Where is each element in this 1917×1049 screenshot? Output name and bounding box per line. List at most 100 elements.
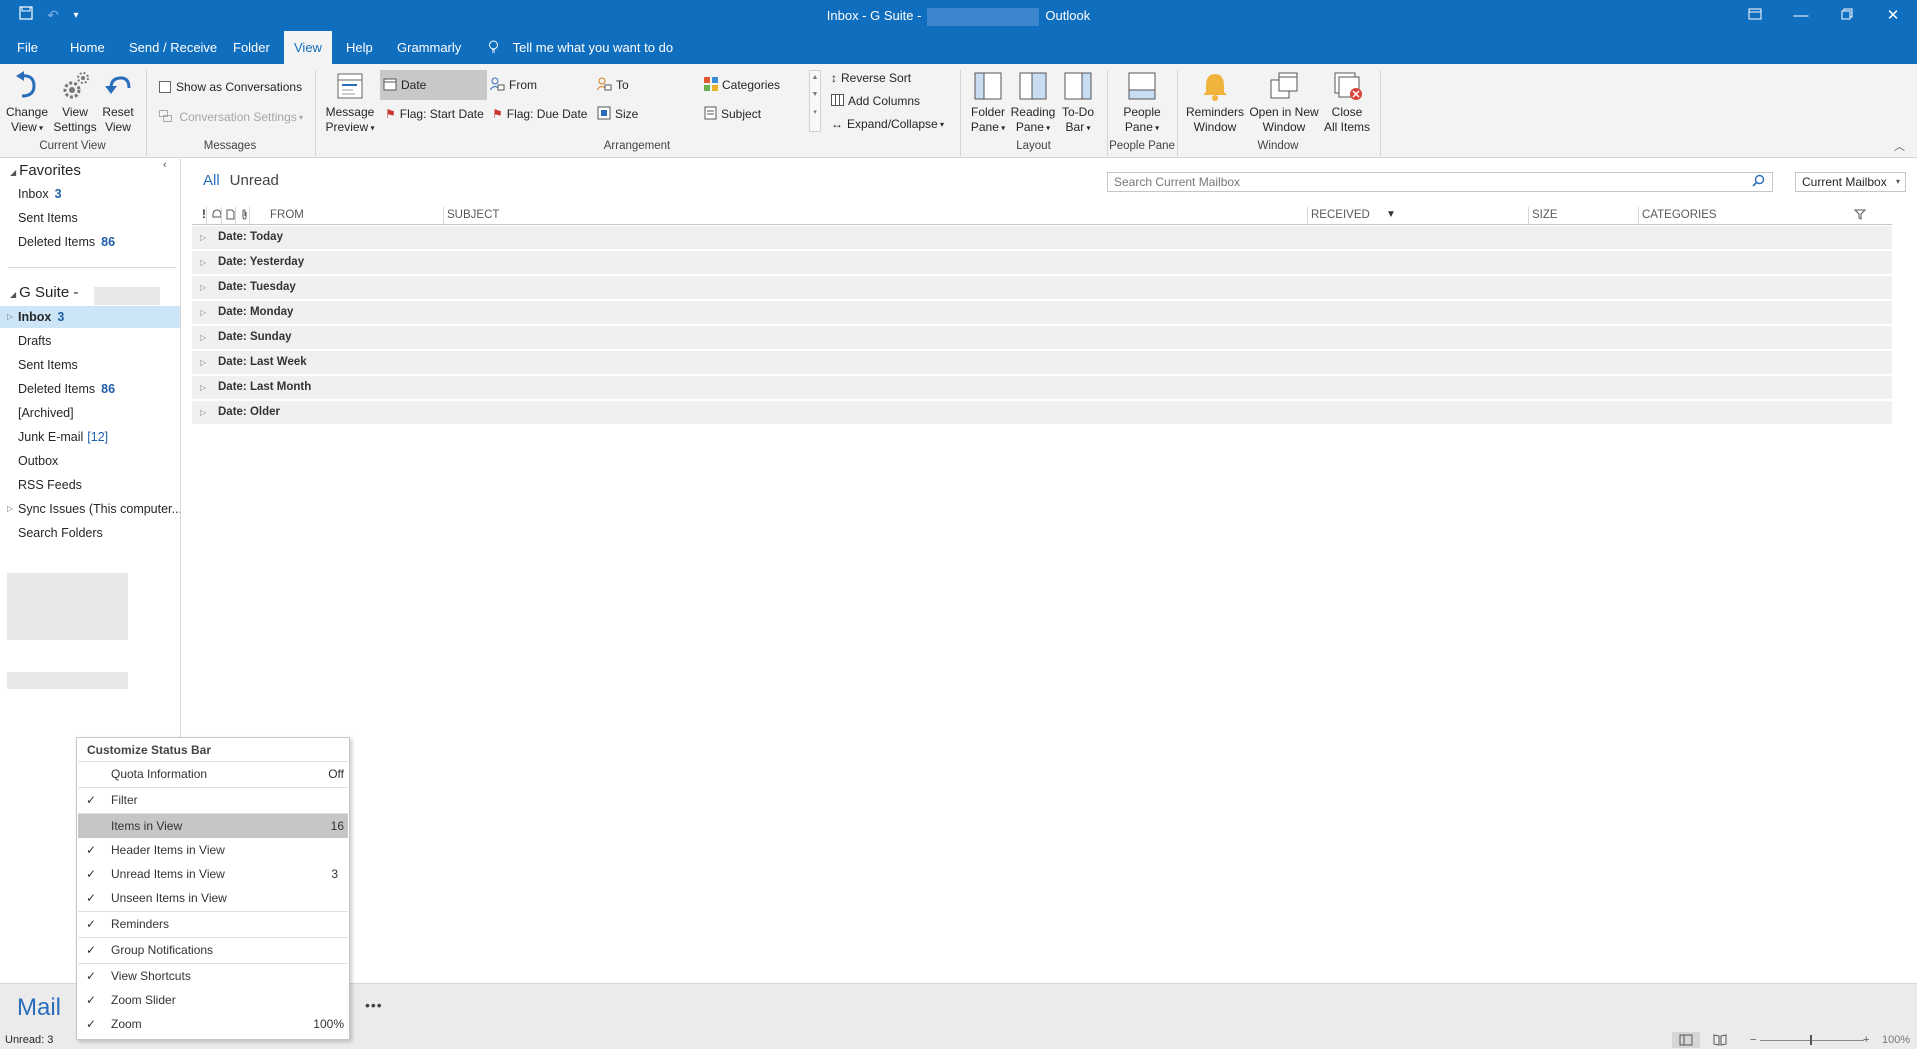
minimize-icon[interactable]: — [1778,0,1824,31]
folder-drafts[interactable]: Drafts [0,330,180,352]
nav-more-icon[interactable]: ••• [365,997,383,1013]
nav-mail[interactable]: Mail [17,994,61,1022]
show-as-conversations-checkbox[interactable]: Show as Conversations [159,79,302,95]
group-header-sunday[interactable]: ▷ Date: Sunday [192,326,1892,350]
search-input[interactable]: Search Current Mailbox [1107,172,1773,192]
arrangement-gallery-scroll[interactable]: ▲ ▼ ▾ [809,70,821,132]
arrange-by-flag-due-date[interactable]: ⚑ Flag: Due Date [492,106,587,122]
lightbulb-icon [488,40,503,55]
group-header-last-month[interactable]: ▷ Date: Last Month [192,376,1892,400]
menu-item-header-items-in-view[interactable]: ✓ Header Items in View [78,838,348,862]
reading-view-icon[interactable] [1712,1032,1728,1049]
folder-pane-button[interactable]: Folder Pane ▾ [966,70,1010,135]
group-header-older[interactable]: ▷ Date: Older [192,401,1892,425]
folder-sync-issues[interactable]: ▷ Sync Issues (This computer... [0,498,180,520]
folder-archived[interactable]: [Archived] [0,402,180,424]
tab-home[interactable]: Home [60,31,115,64]
menu-item-reminders[interactable]: ✓ Reminders [78,912,348,936]
zoom-level[interactable]: 100% [1882,1031,1910,1049]
subject-column-header[interactable]: SUBJECT [447,209,499,221]
favorites-deleted-items[interactable]: Deleted Items 86 [0,231,180,253]
restore-icon[interactable] [1824,0,1870,31]
menu-item-unread-items-in-view[interactable]: ✓ Unread Items in View 3 [78,862,348,886]
filter-unread-tab[interactable]: Unread [230,172,279,189]
arrange-by-from[interactable]: From [489,77,537,93]
view-settings-button[interactable]: View Settings [52,70,98,135]
menu-item-quota-information[interactable]: Quota Information Off [78,762,348,786]
received-column-header[interactable]: RECEIVED [1311,209,1370,221]
close-all-items-button[interactable]: Close All Items [1321,70,1373,135]
menu-item-zoom[interactable]: ✓ Zoom 100% [78,1012,348,1036]
favorites-sent-items[interactable]: Sent Items [0,207,180,229]
from-column-header[interactable]: FROM [270,209,304,221]
folder-deleted-items[interactable]: Deleted Items 86 [0,378,180,400]
reading-pane-button[interactable]: Reading Pane ▾ [1010,70,1056,135]
arrange-by-subject[interactable]: Subject [704,106,761,122]
tab-file[interactable]: File [7,31,48,64]
favorites-header[interactable]: ◢ Favorites [10,162,81,179]
zoom-slider-thumb[interactable] [1810,1035,1812,1045]
size-column-header[interactable]: SIZE [1532,209,1558,221]
menu-item-zoom-slider[interactable]: ✓ Zoom Slider [78,988,348,1012]
ribbon-display-options-icon[interactable] [1732,0,1778,31]
folder-inbox[interactable]: ▷ Inbox 3 [0,306,180,328]
message-preview-button[interactable]: Message Preview ▾ [322,70,378,135]
menu-item-unseen-items-in-view[interactable]: ✓ Unseen Items in View [78,886,348,910]
arrange-by-size[interactable]: Size [597,106,638,122]
add-columns-button[interactable]: Add Columns [831,93,920,109]
search-icon[interactable] [1752,174,1765,192]
group-header-monday[interactable]: ▷ Date: Monday [192,301,1892,325]
arrange-by-flag-start-date[interactable]: ⚑ Flag: Start Date [385,106,484,122]
group-label: Date: Sunday [218,331,292,343]
folder-outbox[interactable]: Outbox [0,450,180,472]
group-header-yesterday[interactable]: ▷ Date: Yesterday [192,251,1892,275]
collapse-folder-pane-icon[interactable]: ‹ [163,159,167,171]
folder-sent-items[interactable]: Sent Items [0,354,180,376]
reminders-window-button[interactable]: Reminders Window [1183,70,1247,135]
collapse-ribbon-icon[interactable]: ︿ [1894,138,1905,154]
people-pane-button[interactable]: People Pane ▾ [1117,70,1167,135]
filter-all-tab[interactable]: All [203,172,220,189]
group-header-tuesday[interactable]: ▷ Date: Tuesday [192,276,1892,300]
tab-help[interactable]: Help [336,31,383,64]
categories-column-header[interactable]: CATEGORIES [1642,209,1717,221]
zoom-in-icon[interactable]: + [1863,1031,1869,1049]
tell-me-box[interactable]: Tell me what you want to do [478,31,683,64]
reset-view-button[interactable]: Reset View [98,70,138,135]
tab-grammarly[interactable]: Grammarly [387,31,471,64]
menu-item-items-in-view[interactable]: Items in View 16 [78,814,348,838]
account-header[interactable]: ◢ G Suite - [10,284,78,301]
group-header-last-week[interactable]: ▷ Date: Last Week [192,351,1892,375]
arrange-by-date[interactable]: Date [383,77,426,93]
open-in-new-window-button[interactable]: Open in New Window [1247,70,1321,135]
normal-view-icon[interactable] [1672,1032,1700,1048]
expand-collapse-button[interactable]: ↔ Expand/Collapse ▾ [831,116,944,133]
column-divider [1307,207,1308,224]
menu-item-group-notifications[interactable]: ✓ Group Notifications [78,938,348,962]
arrange-by-categories[interactable]: Categories [704,77,780,93]
arrange-by-to[interactable]: To [596,77,629,93]
menu-item-view-shortcuts[interactable]: ✓ View Shortcuts [78,964,348,988]
group-header-today[interactable]: ▷ Date: Today [192,226,1892,250]
tab-view[interactable]: View [284,31,332,64]
tab-folder[interactable]: Folder [223,31,280,64]
close-icon[interactable]: ✕ [1870,0,1916,31]
attachment-column-icon[interactable] [240,209,249,223]
icon-column-icon[interactable] [226,209,235,223]
folder-search-folders[interactable]: Search Folders [0,522,180,544]
search-scope-dropdown[interactable]: Current Mailbox ▾ [1795,172,1906,192]
group-label: Date: Last Month [218,381,312,393]
tab-send-receive[interactable]: Send / Receive [119,31,227,64]
filter-icon[interactable] [1853,209,1867,223]
reverse-sort-button[interactable]: ↕ Reverse Sort [831,70,911,86]
zoom-slider-track[interactable] [1760,1040,1864,1041]
todo-bar-button[interactable]: To-Do Bar ▾ [1056,70,1100,135]
folder-junk-email[interactable]: Junk E-mail [12] [0,426,180,448]
conversation-settings-button[interactable]: Conversation Settings ▾ [159,109,303,126]
favorites-inbox[interactable]: Inbox 3 [0,183,180,205]
change-view-label-2: View [10,120,37,134]
folder-rss-feeds[interactable]: RSS Feeds [0,474,180,496]
change-view-button[interactable]: Change View ▾ [4,70,50,135]
menu-item-filter[interactable]: ✓ Filter [78,788,348,812]
zoom-out-icon[interactable]: − [1750,1031,1756,1049]
